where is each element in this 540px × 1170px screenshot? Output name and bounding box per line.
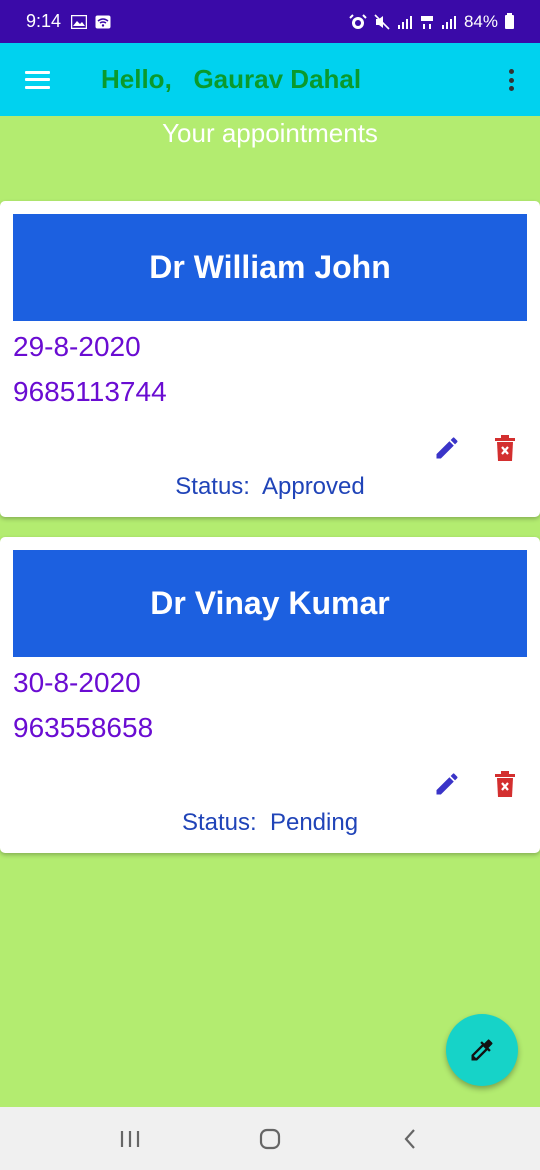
edit-icon[interactable] (433, 434, 461, 462)
signal-icon-2 (441, 15, 456, 29)
back-button[interactable] (380, 1114, 440, 1164)
status-time: 9:14 (26, 11, 62, 31)
recent-apps-icon (120, 1130, 140, 1147)
appointment-status: Status: Pending (181, 809, 359, 836)
gallery-icon (71, 14, 88, 29)
appointment-date: 29-8-2020 (13, 331, 141, 362)
add-appointment-fab[interactable] (446, 1014, 518, 1086)
appointment-phone: 963558658 (13, 712, 154, 743)
wifi-icon (95, 15, 111, 28)
edit-icon[interactable] (433, 770, 461, 798)
app-bar: Hello, Gaurav Dahal (0, 43, 540, 116)
hamburger-menu-icon[interactable] (0, 43, 74, 116)
lte-icon (420, 15, 433, 29)
appointment-card[interactable]: Dr Vinay Kumar 30-8-2020 963558658 Statu… (0, 537, 540, 853)
appointment-status: Status: Approved (175, 473, 365, 500)
system-nav-bar (0, 1107, 540, 1170)
recent-apps-button[interactable] (100, 1114, 160, 1164)
appointment-phone: 9685113744 (13, 376, 167, 407)
appointment-card[interactable]: Dr William John 29-8-2020 9685113744 Sta… (0, 201, 540, 517)
home-button[interactable] (240, 1114, 300, 1164)
back-icon (404, 1128, 415, 1149)
delete-icon[interactable] (494, 434, 516, 462)
greeting-title: Hello, Gaurav Dahal (101, 64, 362, 94)
delete-icon[interactable] (494, 770, 516, 798)
alarm-icon (349, 13, 367, 29)
doctor-name: Dr William John (13, 214, 527, 321)
doctor-name: Dr Vinay Kumar (13, 550, 527, 657)
battery-level: 84% (463, 11, 498, 31)
page-heading: Your appointments (162, 118, 378, 148)
mute-icon (374, 13, 390, 30)
appointment-date: 30-8-2020 (13, 667, 141, 698)
battery-icon (505, 12, 514, 29)
more-vert-icon[interactable] (499, 68, 523, 92)
eyedropper-icon (471, 1039, 493, 1061)
home-icon (259, 1128, 281, 1149)
status-bar: 9:14 84% (0, 0, 540, 43)
signal-icon (397, 15, 412, 29)
